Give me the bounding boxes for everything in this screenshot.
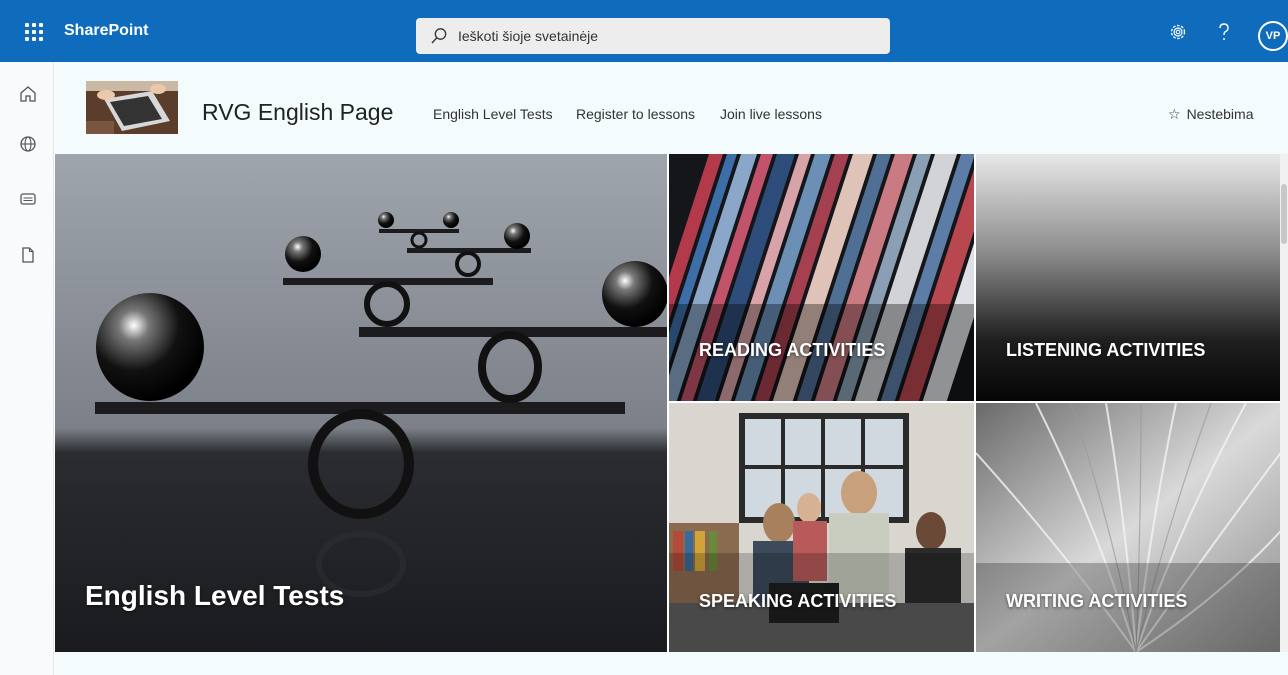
scrollbar-thumb[interactable] <box>1281 184 1287 244</box>
search-box[interactable]: Ieškoti šioje svetainėje <box>416 18 890 54</box>
app-launcher-button[interactable] <box>14 16 54 48</box>
user-avatar-button[interactable]: VP <box>1258 21 1288 51</box>
book-pages-image <box>976 403 1288 652</box>
gradient-image <box>976 154 1288 401</box>
search-icon <box>431 28 447 44</box>
news-icon[interactable] <box>18 189 38 209</box>
hero-webpart: English Level Tests READING ACTIVITIES L… <box>55 154 1288 652</box>
file-icon[interactable] <box>18 245 38 265</box>
page-scrollbar[interactable] <box>1280 154 1288 652</box>
site-header: RVG English Page English Level Tests Reg… <box>55 62 1288 154</box>
hero-tile-writing-activities[interactable]: WRITING ACTIVITIES <box>976 403 1288 652</box>
help-icon <box>1219 23 1229 40</box>
hero-tile-title: WRITING ACTIVITIES <box>1006 591 1188 611</box>
star-icon: ☆ <box>1168 106 1181 122</box>
globe-icon[interactable] <box>18 134 38 154</box>
sharepoint-brand-link[interactable]: SharePoint <box>64 20 148 42</box>
balance-spheres-image <box>55 154 667 652</box>
site-logo[interactable] <box>86 81 178 134</box>
hero-tile-title: READING ACTIVITIES <box>699 340 886 360</box>
waffle-icon <box>25 23 43 41</box>
app-bar <box>0 62 54 675</box>
help-button[interactable] <box>1213 21 1235 43</box>
nav-link-join-live-lessons[interactable]: Join live lessons <box>720 105 822 123</box>
hero-tile-reading-activities[interactable]: READING ACTIVITIES <box>669 154 974 401</box>
site-title[interactable]: RVG English Page <box>202 98 393 126</box>
laptop-photo-logo <box>86 81 178 134</box>
hero-tile-speaking-activities[interactable]: SPEAKING ACTIVITIES <box>669 403 974 652</box>
bookshelf-image <box>669 154 974 401</box>
settings-button[interactable] <box>1167 21 1189 43</box>
home-icon[interactable] <box>18 84 38 104</box>
nav-link-english-level-tests[interactable]: English Level Tests <box>433 105 553 123</box>
hero-tile-title: English Level Tests <box>85 580 345 611</box>
meeting-people-image <box>669 403 974 652</box>
hero-tile-title: SPEAKING ACTIVITIES <box>699 591 897 611</box>
hero-tile-listening-activities[interactable]: LISTENING ACTIVITIES <box>976 154 1288 401</box>
follow-label: Nestebima <box>1186 106 1254 122</box>
hero-tile-title: LISTENING ACTIVITIES <box>1006 340 1206 360</box>
suite-bar: SharePoint Ieškoti šioje svetainėje VP <box>0 0 1288 62</box>
hero-tile-english-level-tests[interactable]: English Level Tests <box>55 154 667 652</box>
nav-link-register-to-lessons[interactable]: Register to lessons <box>576 105 695 123</box>
page-bottom-area <box>55 652 1288 675</box>
search-input[interactable]: Ieškoti šioje svetainėje <box>458 28 598 44</box>
gear-icon <box>1170 24 1186 40</box>
follow-button[interactable]: ☆ Nestebima <box>1168 105 1253 123</box>
